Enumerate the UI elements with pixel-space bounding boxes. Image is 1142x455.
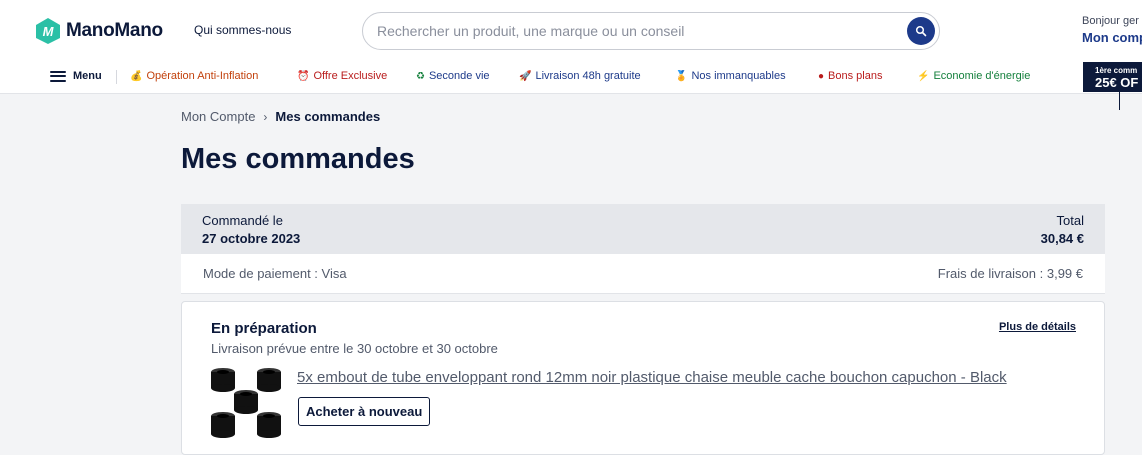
rocket-icon: 🚀 xyxy=(519,70,532,82)
red-dot-icon: ● xyxy=(818,70,825,82)
search-input[interactable] xyxy=(377,23,897,39)
logo-text: ManoMano xyxy=(66,20,163,41)
account-menu[interactable]: Bonjour ger Mon comp xyxy=(1082,15,1142,45)
buy-again-button[interactable]: Acheter à nouveau xyxy=(298,397,431,426)
about-us-link[interactable]: Qui sommes-nous xyxy=(194,23,291,37)
hamburger-icon xyxy=(50,70,66,82)
total-value: 30,84 € xyxy=(1040,231,1084,246)
svg-text:M: M xyxy=(43,24,55,39)
account-title: Mon comp xyxy=(1082,30,1142,45)
order-summary: Commandé le 27 octobre 2023 Total 30,84 … xyxy=(181,204,1105,254)
payment-info: Mode de paiement : Visa Frais de livrais… xyxy=(181,254,1105,294)
nav-divider xyxy=(116,70,117,84)
product-image[interactable] xyxy=(209,366,283,442)
recycle-icon: ♻ xyxy=(416,70,425,82)
search-bar xyxy=(362,12,940,50)
menu-label: Menu xyxy=(73,70,102,82)
nav-item-economie-energie[interactable]: ⚡ Economie d'énergie xyxy=(917,70,1030,82)
nav-item-bons-plans[interactable]: ● Bons plans xyxy=(818,70,882,82)
order-details-link[interactable]: Plus de détails xyxy=(999,321,1076,333)
clock-icon: ⏰ xyxy=(297,70,310,82)
order-status: En préparation xyxy=(211,320,317,337)
product-title-link[interactable]: 5x embout de tube enveloppant rond 12mm … xyxy=(297,369,1007,386)
breadcrumb: Mon Compte › Mes commandes xyxy=(181,109,380,124)
nav-item-seconde-vie[interactable]: ♻ Seconde vie xyxy=(416,70,490,82)
category-nav: Menu 💰 Opération Anti-Inflation ⏰ Offre … xyxy=(0,62,1142,92)
lightning-icon: ⚡ xyxy=(917,70,930,82)
breadcrumb-account-link[interactable]: Mon Compte xyxy=(181,109,255,124)
breadcrumb-current: Mes commandes xyxy=(275,109,381,124)
manomano-logo[interactable]: M ManoMano xyxy=(34,17,163,45)
total-label: Total xyxy=(1056,213,1084,228)
ordered-date: 27 octobre 2023 xyxy=(202,231,301,246)
payment-method: Mode de paiement : Visa xyxy=(203,266,347,281)
shipping-fee: Frais de livraison : 3,99 € xyxy=(937,266,1083,281)
promo-line-1: 1ère comm xyxy=(1095,66,1138,75)
nav-item-anti-inflation[interactable]: 💰 Opération Anti-Inflation xyxy=(130,70,258,82)
search-button[interactable] xyxy=(907,17,935,45)
nav-item-offre-exclusive[interactable]: ⏰ Offre Exclusive xyxy=(297,70,387,82)
order-card: En préparation Plus de détails Livraison… xyxy=(181,301,1105,455)
money-bag-icon: 💰 xyxy=(130,70,143,82)
promo-line-2: 25€ OF xyxy=(1095,75,1139,90)
page-title: Mes commandes xyxy=(181,143,415,175)
site-header: M ManoMano Qui sommes-nous Bonjour ger M… xyxy=(0,0,1142,94)
logo-mark-icon: M xyxy=(36,18,60,44)
chevron-right-icon: › xyxy=(263,109,268,124)
ordered-label: Commandé le xyxy=(202,213,283,228)
account-greeting: Bonjour ger xyxy=(1082,15,1139,27)
promo-banner[interactable]: 1ère comm 25€ OF xyxy=(1083,62,1142,92)
medal-icon: 🏅 xyxy=(675,70,688,82)
search-icon xyxy=(915,25,927,37)
menu-button[interactable]: Menu xyxy=(50,70,102,82)
nav-item-immanquables[interactable]: 🏅 Nos immanquables xyxy=(675,70,786,82)
text-cursor xyxy=(1119,92,1120,110)
nav-item-livraison[interactable]: 🚀 Livraison 48h gratuite xyxy=(519,70,641,82)
delivery-estimate: Livraison prévue entre le 30 octobre et … xyxy=(211,341,498,356)
